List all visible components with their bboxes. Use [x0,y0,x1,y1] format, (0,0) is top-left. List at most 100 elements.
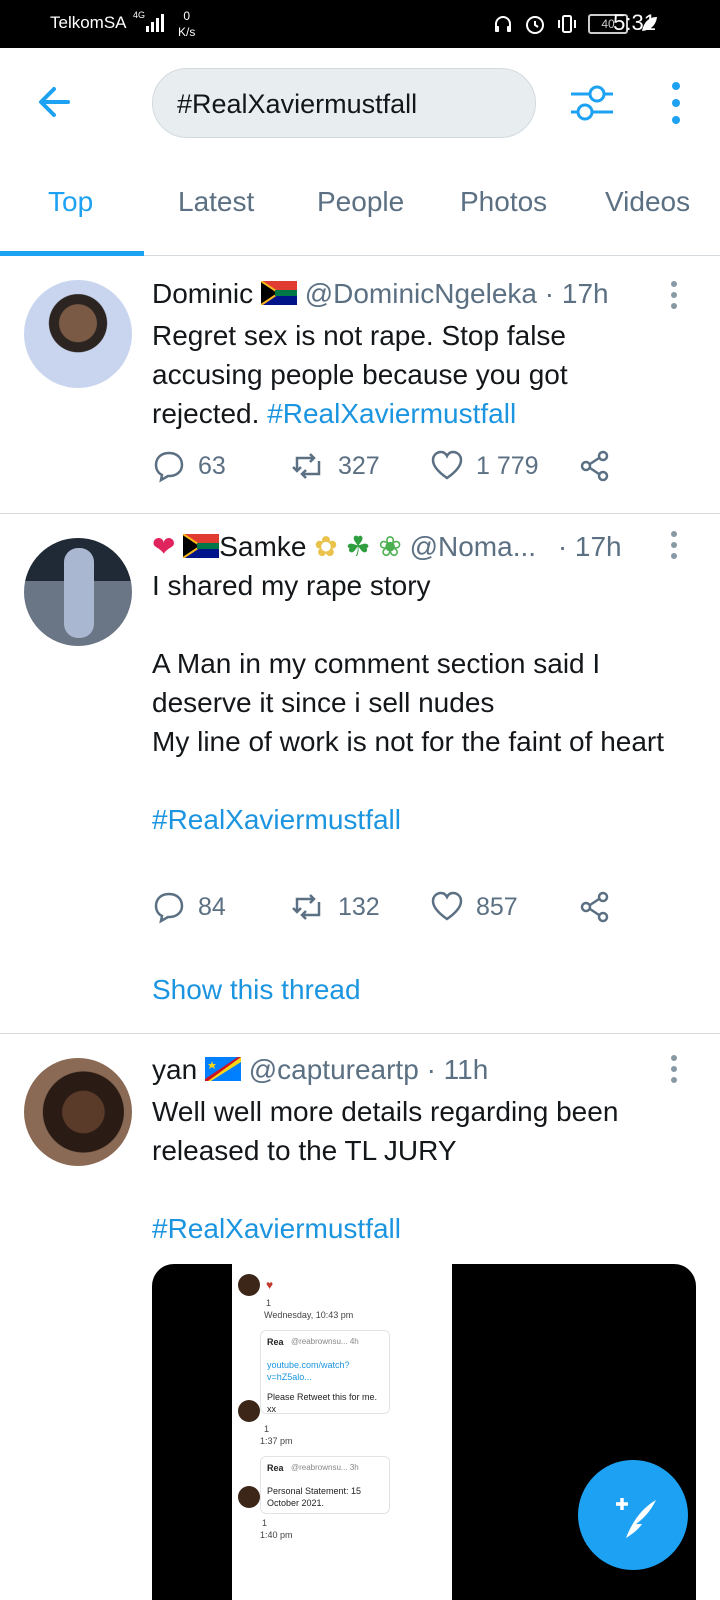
tweet-menu-icon[interactable] [668,530,680,560]
reaction-count: 1 [264,1424,270,1434]
compose-feather-icon [616,1498,656,1538]
dr-congo-flag-icon [204,1057,241,1081]
tweet-header: Dominic @DominicNgeleka · 17h [152,278,609,310]
heart-icon [431,891,463,921]
heart-emoji-icon: ❤ [152,531,176,562]
hashtag-link[interactable]: #RealXaviermustfall [267,398,516,429]
screenshot-image: ♥ 1 Wednesday, 10:43 pm Rea @reabrownsu.… [232,1264,452,1600]
network-speed: 0 K/s [178,8,195,40]
reaction-count: 1 [266,1298,272,1308]
message-timestamp: 1:37 pm [260,1436,293,1446]
search-header: #RealXaviermustfall [0,48,720,156]
tweet-text: Regret sex is not rape. Stop false accus… [152,316,672,433]
tweet-header: yan @captureartp · 11h [152,1054,488,1086]
tweet[interactable]: Dominic @DominicNgeleka · 17h Regret sex… [0,256,720,514]
tweet-time: · 17h [557,531,622,562]
retweet-icon [292,894,321,920]
tab-videos[interactable]: Videos [605,186,690,218]
hashtag-link[interactable]: #RealXaviermustfall [152,1209,672,1248]
tweet-time: · 17h [544,278,609,309]
like-count: 1 779 [476,451,539,480]
tab-people[interactable]: People [317,186,404,218]
carrier-label: TelkomSA [50,13,127,32]
south-africa-flag-icon [183,534,220,558]
tweet-actions: 84 132 857 [152,890,632,924]
tweet-line: A Man in my comment section said I deser… [152,648,601,718]
like-button[interactable]: 1 779 [430,449,539,483]
card-link: youtube.com/watch?v=hZ5alo... [267,1360,350,1382]
tweet[interactable]: ❤ Samke ✿ ☘ ❀ @Noma... · 17h I shared my… [0,514,720,1034]
card-name: Rea [267,1463,284,1473]
card-message: Personal Statement: 15 October 2021. [267,1486,362,1508]
retweet-count: 327 [338,451,380,480]
bamboo-emoji-icon: ❀ [378,531,402,562]
shamrock-emoji-icon: ☘ [345,531,371,562]
alarm-icon [526,16,544,34]
retweet-button[interactable]: 132 [290,890,380,924]
reply-button[interactable]: 63 [152,449,226,483]
reaction-count: 1 [262,1518,268,1528]
tweet-text: Well well more details regarding been re… [152,1092,672,1248]
avatar [238,1486,260,1508]
search-input[interactable]: #RealXaviermustfall [152,68,536,138]
card-handle: @reabrownsu... 4h [291,1337,359,1346]
tweet-line: My line of work is not for the faint of … [152,726,665,757]
hashtag-link[interactable]: #RealXaviermustfall [152,800,672,839]
more-options-icon[interactable] [666,80,686,126]
flower-emoji-icon: ✿ [314,531,338,562]
display-name[interactable]: yan [152,1054,197,1085]
status-bar: TelkomSA 4G 0 K/s 40 5:31 [0,0,720,48]
retweet-count: 132 [338,892,380,921]
heart-icon [431,450,463,480]
tweet-actions: 63 327 1 779 [152,449,632,483]
reply-icon [154,451,184,483]
tweet-menu-icon[interactable] [668,1054,680,1084]
compose-tweet-button[interactable] [578,1460,688,1570]
avatar[interactable] [24,538,132,646]
share-icon[interactable] [578,449,612,483]
show-thread-link[interactable]: Show this thread [152,974,361,1006]
retweet-icon [292,453,321,479]
user-handle[interactable]: @captureartp [249,1054,419,1085]
shared-tweet-card: Rea @reabrownsu... 4h youtube.com/watch?… [260,1330,390,1414]
shared-tweet-card: Rea @reabrownsu... 3h Personal Statement… [260,1456,390,1514]
tweet-header: ❤ Samke ✿ ☘ ❀ @Noma... · 17h [152,530,622,563]
user-handle[interactable]: @DominicNgeleka [305,278,537,309]
card-name: Rea [267,1337,284,1347]
tweet-text: I shared my rape story A Man in my comme… [152,566,672,839]
reply-count: 84 [198,892,226,921]
display-name[interactable]: Samke [219,531,306,562]
clock: 5:31 [613,10,656,35]
avatar [238,1400,260,1422]
south-africa-flag-icon [260,281,297,305]
share-icon[interactable] [578,890,612,924]
headset-icon [495,16,511,32]
avatar [238,1274,260,1296]
tab-top[interactable]: Top [48,186,93,218]
search-tabs: Top Latest People Photos Videos [0,170,720,256]
speed-unit: K/s [178,25,196,39]
reply-button[interactable]: 84 [152,890,226,924]
tweet-menu-icon[interactable] [668,280,680,310]
display-name[interactable]: Dominic [152,278,253,309]
user-handle[interactable]: @Noma... [410,531,536,562]
avatar[interactable] [24,1058,132,1166]
retweet-button[interactable]: 327 [290,449,380,483]
card-handle: @reabrownsu... 3h [291,1463,359,1472]
like-button[interactable]: 857 [430,890,518,924]
search-filter-icon[interactable] [567,78,617,128]
tab-photos[interactable]: Photos [460,186,547,218]
signal-icon [146,14,164,32]
card-message: Please Retweet this for me. xx [267,1392,378,1414]
back-arrow-icon[interactable] [34,82,74,122]
reply-count: 63 [198,451,226,480]
tab-latest[interactable]: Latest [178,186,254,218]
avatar[interactable] [24,280,132,388]
network-type: 4G [133,10,146,20]
message-timestamp: 1:40 pm [260,1530,293,1540]
tweet-time: · 11h [426,1054,489,1085]
tweet-text-content: Well well more details regarding been re… [152,1096,619,1166]
speed-value: 0 [183,9,191,23]
message-timestamp: Wednesday, 10:43 pm [264,1310,354,1320]
tweet-line: I shared my rape story [152,570,431,601]
